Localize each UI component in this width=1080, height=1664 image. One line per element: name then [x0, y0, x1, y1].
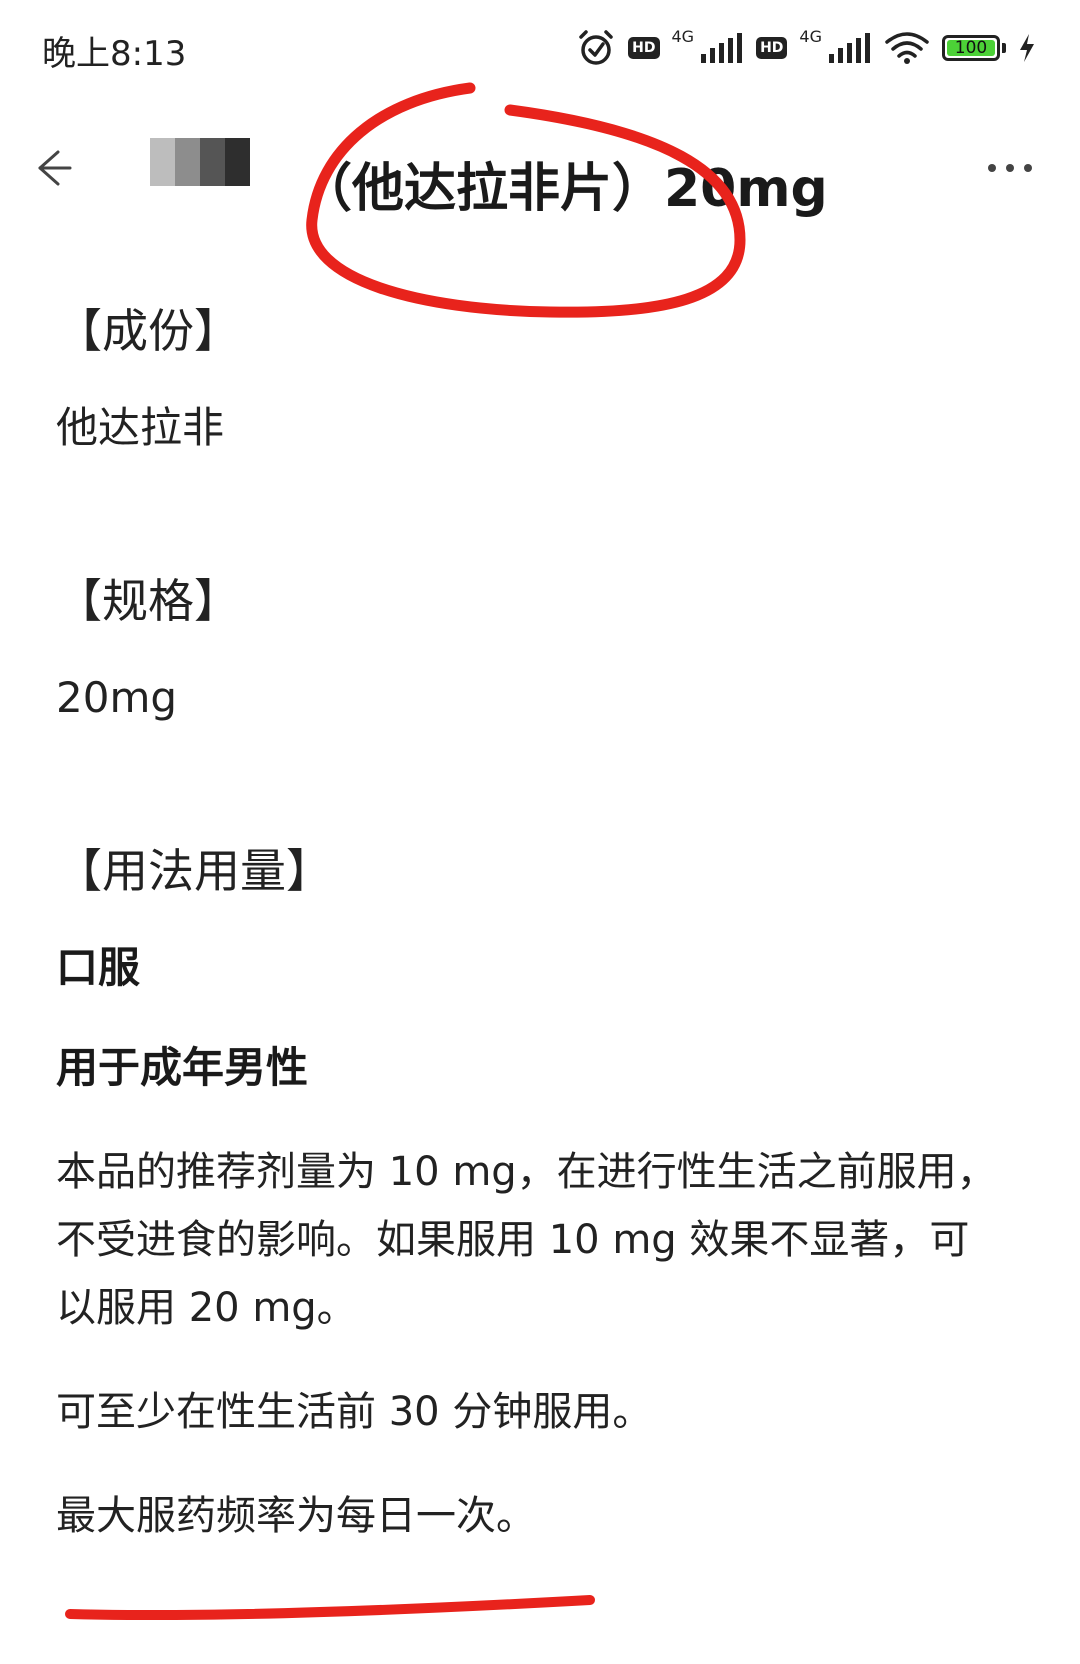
hd-badge: HD	[628, 37, 660, 59]
alarm-icon	[576, 28, 616, 68]
dosage-paragraph: 本品的推荐剂量为 10 mg，在进行性生活之前服用，不受进食的影响。如果服用 1…	[56, 1149, 997, 1331]
back-arrow-icon	[38, 150, 72, 186]
hd-badge-2: HD	[756, 37, 788, 59]
frequency-paragraph: 最大服药频率为每日一次。	[56, 1493, 536, 1539]
status-icons: HD 4G HD 4G 100	[576, 26, 1036, 70]
network-label-2: 4G	[799, 26, 822, 46]
battery-body: 100	[942, 35, 1000, 61]
signal-icon	[828, 32, 872, 64]
drug-info-content: 【成份】 他达拉非 【规格】 20mg 【用法用量】 口服 用于成年男性 本品的…	[56, 300, 1006, 1550]
usage-heading: 【用法用量】	[56, 844, 332, 898]
spec-heading: 【规格】	[56, 574, 240, 628]
battery-level: 100	[954, 37, 988, 58]
nav-bar: （他达拉非片）20mg	[0, 96, 1080, 246]
ingredient-heading: 【成份】	[56, 304, 240, 358]
redacted-block	[150, 138, 250, 186]
spec-value: 20mg	[56, 673, 178, 722]
more-button[interactable]	[980, 148, 1040, 188]
timing-paragraph: 可至少在性生活前 30 分钟服用。	[56, 1389, 653, 1435]
more-icon	[988, 164, 1032, 172]
wifi-icon	[884, 30, 930, 66]
page-title: （他达拉非片）20mg	[300, 159, 828, 219]
network-label: 4G	[671, 26, 695, 46]
signal-icon	[700, 32, 744, 64]
annotation-underline	[65, 1595, 595, 1621]
charging-icon	[1018, 33, 1036, 63]
ingredient-value: 他达拉非	[56, 403, 225, 452]
usage-route: 口服	[56, 943, 141, 992]
status-bar: 晚上8:13 HD 4G HD 4G 100	[0, 0, 1080, 96]
status-time: 晚上8:13	[42, 34, 187, 74]
battery-nub	[1002, 43, 1006, 53]
battery-icon: 100	[942, 35, 1006, 61]
back-button[interactable]	[22, 138, 82, 198]
usage-target: 用于成年男性	[56, 1043, 309, 1092]
